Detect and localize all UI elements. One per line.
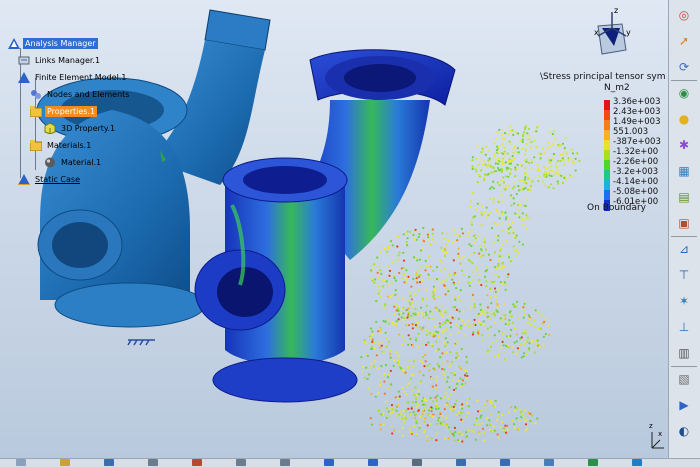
- tree-item-label: Finite Element Model.1: [35, 73, 127, 82]
- bulb-icon[interactable]: ●: [673, 110, 695, 128]
- corner-axes: z x: [646, 422, 666, 454]
- open-icon[interactable]: [60, 459, 70, 466]
- nodes-elements-icon: [30, 89, 42, 100]
- tree-item-materials[interactable]: Materials.1: [29, 140, 93, 152]
- tree-item-static-case[interactable]: Static Case: [18, 174, 82, 186]
- triad-y-label: y: [626, 28, 631, 37]
- tree-root-label: Analysis Manager: [23, 38, 98, 49]
- legend-title: \Stress principal tensor sym: [540, 72, 666, 82]
- redo-icon[interactable]: [368, 459, 378, 466]
- compass-triad[interactable]: z x y: [592, 6, 632, 66]
- zoom-icon[interactable]: [456, 459, 466, 466]
- legend-value: -2.26e+00: [613, 157, 659, 167]
- image-icon[interactable]: ▧: [673, 370, 695, 388]
- target-icon[interactable]: ◉: [673, 84, 695, 102]
- restraint-icon[interactable]: ⊥: [673, 318, 695, 336]
- tree-item-label: Static Case: [35, 175, 80, 184]
- force-icon[interactable]: ✶: [673, 292, 695, 310]
- legend-value: 551.003: [613, 127, 649, 137]
- materials-folder-icon: [29, 140, 43, 152]
- tree-item-label: Material.1: [61, 158, 102, 167]
- stress-legend[interactable]: \Stress principal tensor sym N_m2 3.36e+…: [540, 72, 668, 222]
- tree-item-label: Properties.1: [45, 106, 98, 117]
- legend-value: -3.2e+003: [613, 167, 659, 177]
- ground-restraint-symbol: [127, 339, 155, 346]
- legend-value: -4.14e+00: [613, 177, 659, 187]
- corner-axis-x: x: [658, 430, 663, 438]
- legend-value: -387e+003: [613, 137, 661, 147]
- render-icon[interactable]: [588, 459, 598, 466]
- measure-icon[interactable]: ⊿: [673, 240, 695, 258]
- specification-tree[interactable]: Analysis Manager Links Manager.1 Finite …: [4, 36, 144, 186]
- tree-item-links-manager[interactable]: Links Manager.1: [18, 55, 102, 66]
- legend-footer: On Boundary: [587, 203, 646, 213]
- cube-icon[interactable]: ▣: [673, 214, 695, 232]
- finite-element-model-icon: [18, 72, 30, 83]
- analysis-manager-icon: [8, 38, 20, 49]
- print-icon[interactable]: [148, 459, 158, 466]
- legend-value: -1.32e+00: [613, 147, 659, 157]
- mesh-icon[interactable]: ▦: [673, 162, 695, 180]
- legend-value: 1.49e+003: [613, 117, 661, 127]
- legend-unit: N_m2: [604, 83, 630, 93]
- tree-item-label: Materials.1: [47, 141, 92, 150]
- rotate-icon[interactable]: ⟳: [673, 58, 695, 76]
- triad-z-label: z: [614, 6, 619, 15]
- paste-icon[interactable]: [280, 459, 290, 466]
- tree-item-properties[interactable]: Properties.1: [29, 106, 98, 118]
- fit-icon[interactable]: [500, 459, 510, 466]
- tree-root-analysis-manager[interactable]: Analysis Manager: [8, 38, 98, 49]
- tree-item-label: Nodes and Elements: [47, 90, 130, 99]
- right-toolbar[interactable]: ◎ ➚ ⟳ ◉ ● ✱ ▦ ▤ ▣ ⊿ ⊤ ✶ ⊥ ▥ ▧ ▶ ◐: [668, 0, 700, 458]
- 3d-viewport[interactable]: Analysis Manager Links Manager.1 Finite …: [0, 0, 668, 458]
- cut-icon[interactable]: [192, 459, 202, 466]
- static-case-icon: [18, 174, 30, 186]
- links-manager-icon: [18, 55, 30, 66]
- sensor-icon[interactable]: ✱: [673, 136, 695, 154]
- properties-folder-icon: [29, 106, 43, 118]
- corner-axis-z: z: [649, 422, 653, 430]
- compass-icon[interactable]: ◎: [673, 6, 695, 24]
- copy-icon[interactable]: [236, 459, 246, 466]
- legend-value: -5.08e+00: [613, 187, 659, 197]
- layers-icon[interactable]: ▤: [673, 188, 695, 206]
- hide-icon[interactable]: ◐: [673, 422, 695, 440]
- select-arrow-icon[interactable]: ➚: [673, 32, 695, 50]
- tree-item-finite-element-model[interactable]: Finite Element Model.1: [18, 72, 128, 83]
- tree-item-label: 3D Property.1: [61, 124, 116, 133]
- clamp-icon[interactable]: ⊤: [673, 266, 695, 284]
- legend-value: 3.36e+003: [613, 97, 661, 107]
- tree-item-material[interactable]: Material.1: [44, 157, 103, 168]
- triad-x-label: x: [594, 28, 599, 37]
- tree-item-label: Links Manager.1: [35, 56, 101, 65]
- tree-item-nodes-elements[interactable]: Nodes and Elements: [30, 89, 131, 100]
- 3d-property-icon: [44, 122, 56, 135]
- normal-view-icon[interactable]: [544, 459, 554, 466]
- save-icon[interactable]: [104, 459, 114, 466]
- new-icon[interactable]: [16, 459, 26, 466]
- legend-value: 2.43e+003: [613, 107, 661, 117]
- undo-icon[interactable]: [324, 459, 334, 466]
- report-icon[interactable]: ▥: [673, 344, 695, 362]
- compute-icon[interactable]: [632, 459, 642, 466]
- material-sphere-icon: [44, 157, 56, 168]
- tree-item-3d-property[interactable]: 3D Property.1: [44, 122, 117, 135]
- animate-icon[interactable]: ▶: [673, 396, 695, 414]
- pan-icon[interactable]: [412, 459, 422, 466]
